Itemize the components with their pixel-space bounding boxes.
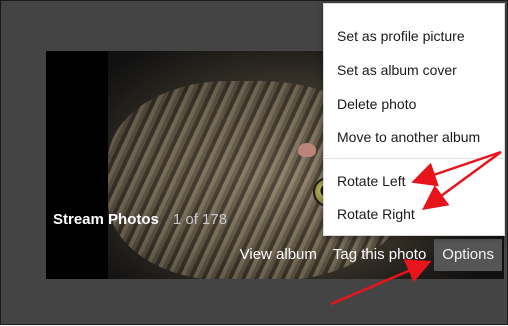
menu-item-rotate-right[interactable]: Rotate Right (337, 206, 415, 222)
menu-item-set-album-cover[interactable]: Set as album cover (337, 62, 457, 78)
cat-nose (298, 143, 316, 157)
options-button[interactable]: Options (434, 239, 502, 271)
photo-caption: Stream Photos 1 of 178 (53, 211, 227, 235)
screenshot-frame: Stream Photos 1 of 178 View album Tag th… (0, 0, 508, 325)
tag-photo-button[interactable]: Tag this photo (325, 239, 434, 271)
photo-actions-bar: View album Tag this photo Options (232, 239, 502, 271)
options-menu: Set as profile picture Set as album cove… (323, 3, 505, 236)
photo-counter: 1 of 178 (172, 211, 228, 228)
menu-item-set-profile-picture[interactable]: Set as profile picture (337, 28, 465, 44)
menu-item-delete-photo[interactable]: Delete photo (337, 96, 416, 112)
menu-item-rotate-left[interactable]: Rotate Left (337, 173, 406, 189)
view-album-button[interactable]: View album (232, 239, 325, 271)
menu-divider (324, 158, 504, 159)
photo-letterbox (46, 51, 108, 279)
album-title: Stream Photos (53, 211, 159, 228)
menu-item-move-to-album[interactable]: Move to another album (337, 129, 480, 145)
